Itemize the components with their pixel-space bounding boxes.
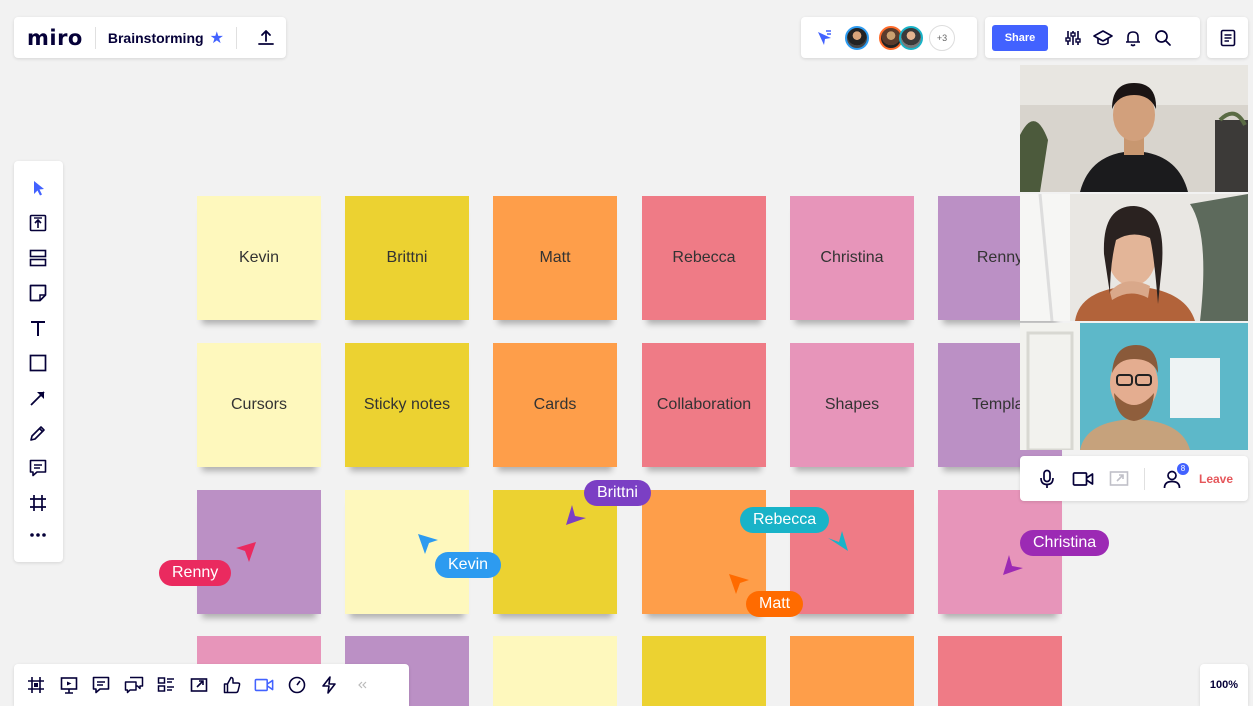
- top-right-toolbar: Share: [985, 17, 1200, 58]
- shape-tool-icon[interactable]: [27, 352, 49, 374]
- sticky-note[interactable]: [790, 636, 914, 706]
- text-tool-icon[interactable]: [27, 317, 49, 339]
- video-controls: 8 Leave: [1020, 456, 1248, 501]
- sticky-note[interactable]: Kevin: [197, 196, 321, 320]
- collapse-chevron-icon[interactable]: [352, 675, 372, 695]
- video-feed: [1020, 323, 1248, 450]
- pen-tool-icon[interactable]: [27, 422, 49, 444]
- sticky-text: Shapes: [824, 396, 880, 413]
- sticky-note[interactable]: [938, 636, 1062, 706]
- notes-icon: [1220, 29, 1235, 46]
- cursor-arrow-icon: [729, 574, 749, 594]
- cards-list-icon[interactable]: [156, 675, 176, 695]
- leave-call-button[interactable]: Leave: [1199, 472, 1233, 486]
- miro-logo[interactable]: miro: [27, 26, 83, 50]
- sticky-text: Cards: [533, 396, 577, 413]
- bell-icon[interactable]: [1123, 28, 1143, 48]
- sticky-text: Kevin: [238, 249, 280, 266]
- cursor-arrow-icon: [1003, 555, 1023, 575]
- avatar[interactable]: [845, 25, 869, 50]
- follow-cursor-icon[interactable]: [815, 29, 833, 47]
- cursor-arrow-icon: [418, 534, 438, 554]
- presentation-icon[interactable]: [59, 675, 79, 695]
- sticky-note[interactable]: Matt: [493, 196, 617, 320]
- screen-share-icon[interactable]: [189, 675, 209, 695]
- lightning-icon[interactable]: [319, 675, 339, 695]
- divider: [235, 26, 237, 49]
- notes-button[interactable]: [1207, 17, 1248, 58]
- sticky-note[interactable]: Shapes: [790, 343, 914, 467]
- timer-icon[interactable]: [287, 675, 307, 695]
- board-header: miro Brainstorming ★: [14, 17, 286, 58]
- sticky-text: Sticky notes: [363, 396, 451, 413]
- cursor-arrow-icon: [828, 531, 848, 551]
- cursor-label-renny: Renny: [159, 560, 232, 586]
- video-call-panel: [1020, 65, 1248, 451]
- comments-icon[interactable]: [91, 675, 111, 695]
- cursor-label-brittni: Brittni: [584, 480, 651, 506]
- screen-share-icon[interactable]: [1108, 468, 1130, 490]
- frames-icon[interactable]: [26, 675, 46, 695]
- star-icon[interactable]: ★: [210, 28, 224, 48]
- sticky-note[interactable]: Rebecca: [642, 196, 766, 320]
- sticky-text: Cursors: [230, 396, 287, 413]
- sticky-note[interactable]: Cards: [493, 343, 617, 467]
- participants-icon[interactable]: 8: [1161, 461, 1190, 490]
- collaborators-bar: +3: [801, 17, 977, 58]
- cursor-arrow-icon: [236, 542, 256, 562]
- sticky-note[interactable]: Collaboration: [642, 343, 766, 467]
- camera-icon[interactable]: [1072, 468, 1094, 490]
- comment-tool-icon[interactable]: [27, 457, 49, 479]
- cursor-arrow-icon: [566, 505, 586, 525]
- cursor-label-rebecca: Rebecca: [740, 507, 830, 533]
- chat-icon[interactable]: [124, 675, 144, 695]
- sticky-text: Christina: [820, 249, 884, 266]
- more-collaborators-badge[interactable]: +3: [929, 24, 955, 51]
- learning-cap-icon[interactable]: [1093, 28, 1113, 48]
- zoom-level[interactable]: 100%: [1200, 664, 1248, 706]
- connection-line-tool-icon[interactable]: [27, 387, 49, 409]
- search-icon[interactable]: [1153, 28, 1173, 48]
- board-title[interactable]: Brainstorming: [108, 30, 204, 46]
- sticky-note[interactable]: Brittni: [345, 196, 469, 320]
- video-feed: [1020, 65, 1248, 192]
- sticky-note[interactable]: [642, 636, 766, 706]
- voting-thumb-icon[interactable]: [222, 675, 242, 695]
- share-button[interactable]: Share: [992, 24, 1048, 51]
- divider: [94, 26, 96, 49]
- templates-tool-icon[interactable]: [27, 247, 49, 269]
- sticky-note[interactable]: Sticky notes: [345, 343, 469, 467]
- bottom-toolbar: [14, 664, 409, 706]
- avatar[interactable]: [899, 25, 923, 50]
- more-tools-icon[interactable]: [27, 524, 49, 546]
- cursor-label-kevin: Kevin: [435, 552, 502, 578]
- sticky-note[interactable]: Cursors: [197, 343, 321, 467]
- export-icon[interactable]: [257, 29, 275, 47]
- left-toolbar: [14, 161, 63, 562]
- settings-sliders-icon[interactable]: [1063, 28, 1083, 48]
- sticky-note[interactable]: Christina: [790, 196, 914, 320]
- select-tool-icon[interactable]: [27, 177, 49, 199]
- frame-tool-icon[interactable]: [27, 492, 49, 514]
- video-feed: [1020, 194, 1248, 321]
- sticky-text: Collaboration: [656, 396, 752, 413]
- sticky-text: Rebecca: [672, 249, 736, 266]
- participants-count-badge: 8: [1176, 461, 1190, 476]
- microphone-icon[interactable]: [1036, 468, 1058, 490]
- video-chat-icon[interactable]: [254, 675, 274, 695]
- sticky-text: Matt: [539, 249, 571, 266]
- sticky-note-tool-icon[interactable]: [27, 282, 49, 304]
- sticky-text: Renny: [976, 249, 1024, 266]
- sticky-text: Brittni: [386, 249, 428, 266]
- sticky-note[interactable]: [493, 636, 617, 706]
- cursor-label-matt: Matt: [746, 591, 804, 617]
- cursor-label-christina: Christina: [1020, 530, 1110, 556]
- divider: [1144, 467, 1145, 490]
- sticky-note[interactable]: [493, 490, 617, 614]
- sticky-note[interactable]: [197, 490, 321, 614]
- upload-tool-icon[interactable]: [27, 212, 49, 234]
